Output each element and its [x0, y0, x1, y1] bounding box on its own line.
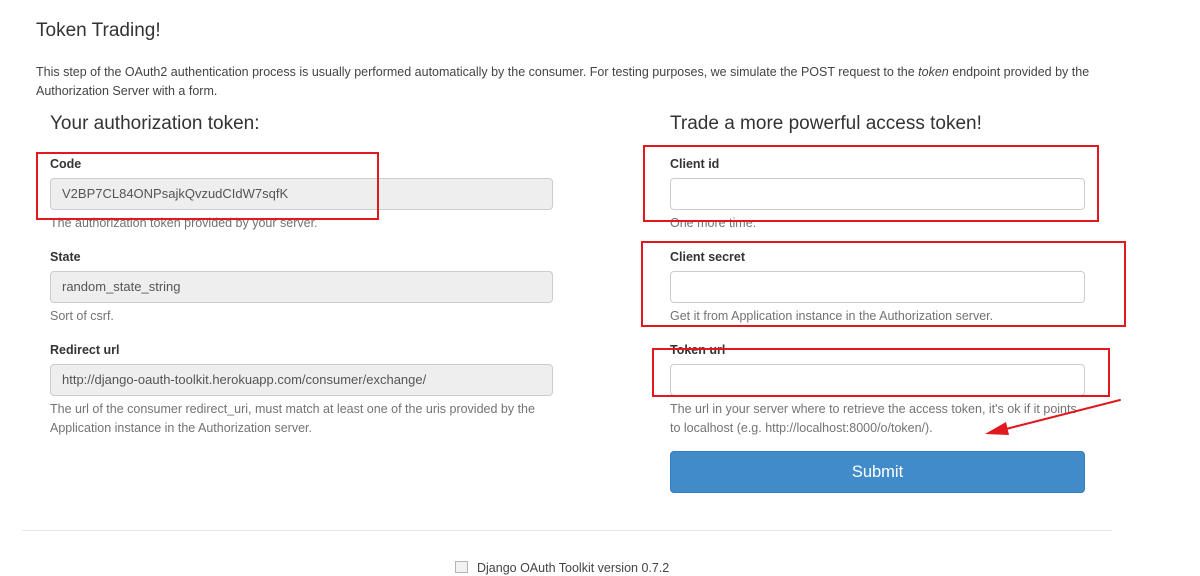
- right-column-title: Trade a more powerful access token!: [670, 113, 982, 134]
- footer-divider: [22, 530, 1112, 531]
- intro-text: This step of the OAuth2 authentication p…: [36, 63, 1106, 101]
- code-help-text: The authorization token provided by your…: [50, 216, 318, 230]
- intro-text-part1: This step of the OAuth2 authentication p…: [36, 65, 919, 79]
- annotation-arrow-icon: [985, 399, 1121, 435]
- client-id-help-text: One more time.: [670, 216, 757, 230]
- client-id-label: Client id: [670, 157, 720, 171]
- code-label: Code: [50, 157, 82, 171]
- client-id-input[interactable]: [670, 178, 1085, 210]
- footer: Django OAuth Toolkit version 0.7.2: [455, 561, 669, 575]
- broken-image-icon: [455, 561, 468, 573]
- intro-text-emphasis: token: [918, 65, 949, 79]
- state-label: State: [50, 250, 81, 264]
- state-field[interactable]: random_state_string: [50, 271, 553, 303]
- page-title: Token Trading!: [36, 20, 161, 41]
- footer-version-text: Django OAuth Toolkit version 0.7.2: [477, 561, 670, 575]
- client-secret-input[interactable]: [670, 271, 1085, 303]
- left-column-title: Your authorization token:: [50, 113, 260, 134]
- client-secret-help-text: Get it from Application instance in the …: [670, 309, 994, 323]
- token-url-input[interactable]: [670, 364, 1085, 396]
- submit-button[interactable]: Submit: [670, 451, 1085, 493]
- code-field[interactable]: V2BP7CL84ONPsajkQvzudCIdW7sqfK: [50, 178, 553, 210]
- state-help-text: Sort of csrf.: [50, 309, 114, 323]
- redirect-url-label: Redirect url: [50, 343, 120, 357]
- client-secret-label: Client secret: [670, 250, 746, 264]
- token-url-label: Token url: [670, 343, 726, 357]
- redirect-url-field[interactable]: http://django-oauth-toolkit.herokuapp.co…: [50, 364, 553, 396]
- redirect-url-help-text: The url of the consumer redirect_uri, mu…: [50, 402, 535, 435]
